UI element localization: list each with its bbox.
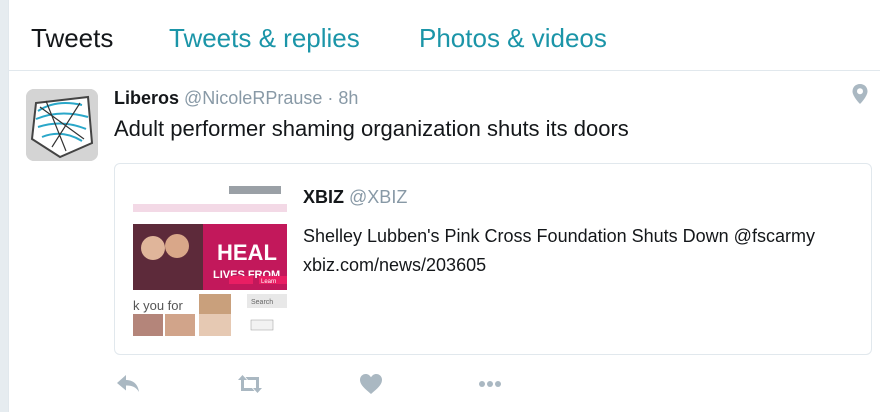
thumb-partial-text: k you for bbox=[133, 298, 184, 313]
tab-photos-and-videos[interactable]: Photos & videos bbox=[419, 22, 607, 54]
more-icon[interactable] bbox=[475, 369, 505, 399]
tab-tweets-and-replies[interactable]: Tweets & replies bbox=[169, 22, 360, 54]
retweet-icon[interactable] bbox=[235, 369, 265, 399]
card-author: XBIZ @XBIZ bbox=[303, 186, 407, 208]
map-pin-icon[interactable] bbox=[851, 83, 869, 105]
profile-tabs: Tweets Tweets & replies Photos & videos bbox=[9, 0, 880, 71]
timeline-frame: Tweets Tweets & replies Photos & videos … bbox=[8, 0, 880, 412]
quoted-tweet-card[interactable]: HEAL LIVES FROM Learn k you for Search X bbox=[114, 163, 872, 355]
card-thumbnail[interactable]: HEAL LIVES FROM Learn k you for Search bbox=[133, 182, 287, 336]
tab-tweets[interactable]: Tweets bbox=[31, 22, 113, 54]
tweet-actions bbox=[9, 369, 880, 399]
card-author-handle[interactable]: @XBIZ bbox=[349, 187, 407, 207]
thumb-button: Learn bbox=[261, 279, 276, 285]
thumb-headline: HEAL bbox=[217, 240, 277, 265]
card-text: Shelley Lubben's Pink Cross Foundation S… bbox=[303, 226, 815, 275]
tweet-text: Adult performer shaming organization shu… bbox=[114, 116, 629, 141]
tweet-header: Liberos @NicoleRPrause · 8h bbox=[114, 87, 358, 109]
tweet-time[interactable]: 8h bbox=[338, 88, 358, 108]
tweet[interactable]: Liberos @NicoleRPrause · 8h Adult perfor… bbox=[9, 71, 880, 412]
separator-dot: · bbox=[327, 88, 334, 108]
reply-icon[interactable] bbox=[113, 369, 143, 399]
card-author-name[interactable]: XBIZ bbox=[303, 187, 344, 207]
thumb-side-label: Search bbox=[251, 299, 273, 306]
author-name[interactable]: Liberos bbox=[114, 88, 179, 108]
like-icon[interactable] bbox=[356, 369, 386, 399]
author-handle[interactable]: @NicoleRPrause bbox=[184, 88, 322, 108]
avatar[interactable] bbox=[26, 89, 98, 161]
